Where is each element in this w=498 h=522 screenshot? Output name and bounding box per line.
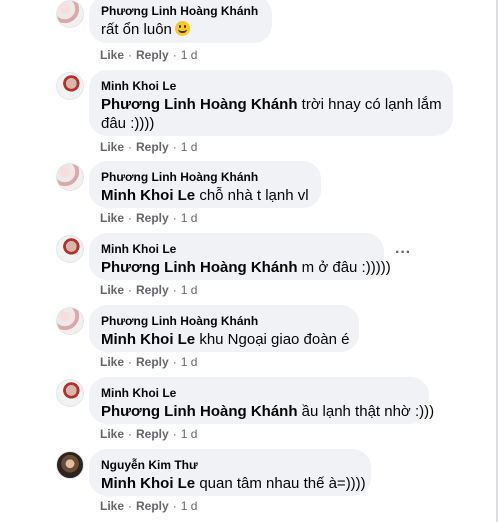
- comment-text: Minh Khoi Le khu Ngoại giao đoàn é: [101, 331, 350, 348]
- comment-text: Phương Linh Hoàng Khánh trời hnay có lạn…: [101, 96, 442, 113]
- avatar[interactable]: [56, 451, 84, 479]
- avatar[interactable]: [56, 72, 84, 100]
- like-button[interactable]: Like: [100, 48, 124, 62]
- comment-bubble: Nguyễn Kim Thư Minh Khoi Le quan tâm nha…: [89, 449, 371, 496]
- comment-bubble: Phương Linh Hoàng Khánh rất ổn luôn: [89, 0, 272, 43]
- comment-author[interactable]: Minh Khoi Le: [101, 241, 372, 257]
- comment-time[interactable]: 1 d: [181, 499, 198, 513]
- like-button[interactable]: Like: [100, 427, 124, 441]
- comment-time[interactable]: 1 d: [181, 48, 198, 62]
- like-button[interactable]: Like: [100, 283, 124, 297]
- reply-button[interactable]: Reply: [136, 355, 169, 369]
- mention-tag[interactable]: Minh Khoi Le: [101, 475, 195, 492]
- reply-button[interactable]: Reply: [136, 211, 169, 225]
- comment-text: Minh Khoi Le chỗ nhà t lạnh vl: [101, 187, 309, 204]
- comment-text-line2: đâu :)))): [101, 115, 155, 132]
- mention-tag[interactable]: Phương Linh Hoàng Khánh: [101, 96, 298, 113]
- like-button[interactable]: Like: [100, 499, 124, 513]
- comment-text: Minh Khoi Le quan tâm nhau thế à=)))): [101, 475, 366, 492]
- like-button[interactable]: Like: [100, 355, 124, 369]
- more-options-icon[interactable]: ···: [387, 239, 419, 271]
- avatar[interactable]: [56, 163, 84, 191]
- comment-actions: Like · Reply · 1 d: [100, 427, 198, 441]
- comment-bubble: Minh Khoi Le Phương Linh Hoàng Khánh m ở…: [89, 233, 391, 280]
- reply-button[interactable]: Reply: [136, 283, 169, 297]
- reply-button[interactable]: Reply: [136, 427, 169, 441]
- comment-time[interactable]: 1 d: [181, 283, 198, 297]
- comment-time[interactable]: 1 d: [181, 140, 198, 154]
- comment-text: Phương Linh Hoàng Khánh ầu lạnh thật nhờ…: [101, 403, 435, 420]
- reply-button[interactable]: Reply: [136, 48, 169, 62]
- comment-author[interactable]: Nguyễn Kim Thư: [101, 457, 359, 473]
- avatar[interactable]: [56, 379, 84, 407]
- comment-actions: Like · Reply · 1 d: [100, 140, 198, 154]
- like-button[interactable]: Like: [100, 211, 124, 225]
- comment-time[interactable]: 1 d: [181, 211, 198, 225]
- comment-bubble: Phương Linh Hoàng Khánh Minh Khoi Le khu…: [89, 305, 359, 352]
- comment-actions: Like · Reply · 1 d: [100, 211, 198, 225]
- comment-bubble: Minh Khoi Le Phương Linh Hoàng Khánh ầu …: [89, 377, 435, 424]
- like-button[interactable]: Like: [100, 140, 124, 154]
- comment-author[interactable]: Minh Khoi Le: [101, 385, 417, 401]
- comment-bubble: Minh Khoi Le Phương Linh Hoàng Khánh trờ…: [89, 70, 453, 136]
- comment-text: Phương Linh Hoàng Khánh m ở đâu :))))): [101, 259, 391, 276]
- comment-author[interactable]: Phương Linh Hoàng Khánh: [101, 3, 260, 19]
- comment-author[interactable]: Minh Khoi Le: [101, 78, 441, 94]
- mention-tag[interactable]: Phương Linh Hoàng Khánh: [101, 259, 298, 276]
- avatar[interactable]: [56, 307, 84, 335]
- avatar[interactable]: [56, 0, 84, 28]
- comment-actions: Like · Reply · 1 d: [100, 355, 198, 369]
- comment-author[interactable]: Phương Linh Hoàng Khánh: [101, 313, 347, 329]
- comment-author[interactable]: Phương Linh Hoàng Khánh: [101, 169, 309, 185]
- smile-emoji-icon: [174, 21, 190, 36]
- mention-tag[interactable]: Minh Khoi Le: [101, 331, 195, 348]
- comment-time[interactable]: 1 d: [181, 355, 198, 369]
- reply-button[interactable]: Reply: [136, 140, 169, 154]
- comment-actions: Like · Reply · 1 d: [100, 283, 198, 297]
- comment-time[interactable]: 1 d: [181, 427, 198, 441]
- comment-actions: Like · Reply · 1 d: [100, 48, 198, 62]
- mention-tag[interactable]: Minh Khoi Le: [101, 187, 195, 204]
- comment-actions: Like · Reply · 1 d: [100, 499, 198, 513]
- comment-text: rất ổn luôn: [101, 20, 260, 39]
- comment-bubble: Phương Linh Hoàng Khánh Minh Khoi Le chỗ…: [89, 161, 321, 208]
- avatar[interactable]: [56, 235, 84, 263]
- reply-button[interactable]: Reply: [136, 499, 169, 513]
- mention-tag[interactable]: Phương Linh Hoàng Khánh: [101, 403, 298, 420]
